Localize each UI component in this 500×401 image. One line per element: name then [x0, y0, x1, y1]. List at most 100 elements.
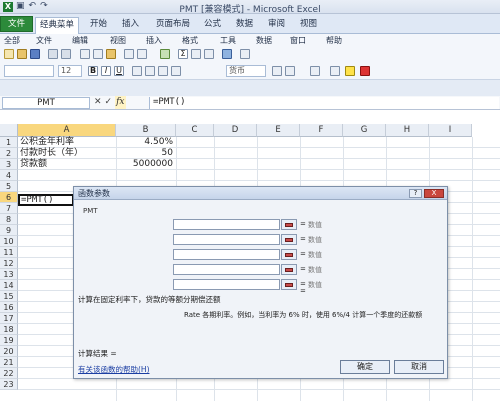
percent-icon[interactable] [272, 66, 282, 76]
cancel-button[interactable]: 取消 [394, 360, 444, 374]
row-header-12[interactable]: 12 [0, 258, 18, 269]
row-header-17[interactable]: 17 [0, 313, 18, 324]
enter-icon[interactable]: ✓ [105, 96, 113, 109]
indent-icon[interactable] [310, 66, 320, 76]
tab-view[interactable]: 视图 [296, 17, 321, 33]
fill-color-icon[interactable] [345, 66, 355, 76]
row-header-6[interactable]: 6 [0, 192, 18, 203]
row-header-21[interactable]: 21 [0, 357, 18, 368]
align-center-icon[interactable] [145, 66, 155, 76]
formula-input[interactable]: =PMT() [149, 97, 499, 109]
hyperlink-icon[interactable] [160, 49, 170, 59]
cell-b3[interactable]: 5000000 [118, 159, 173, 170]
column-header-h[interactable]: H [386, 124, 429, 137]
row-header-19[interactable]: 19 [0, 335, 18, 346]
cell-b1[interactable]: 4.50% [118, 137, 173, 148]
rate-input[interactable] [173, 219, 280, 230]
row-header-10[interactable]: 10 [0, 236, 18, 247]
font-size-box[interactable]: 12 [58, 65, 82, 77]
nper-input[interactable] [173, 234, 280, 245]
row-header-1[interactable]: 1 [0, 137, 18, 148]
print-icon[interactable] [48, 49, 58, 59]
tab-data[interactable]: 数据 [232, 17, 257, 33]
menu-data[interactable]: 数据 [256, 35, 272, 46]
active-cell-a6[interactable]: =PMT() [18, 194, 74, 206]
merge-center-icon[interactable] [171, 66, 181, 76]
row-header-16[interactable]: 16 [0, 302, 18, 313]
help-icon[interactable]: ? [409, 189, 422, 198]
cell-a2[interactable]: 付款时长（年） [20, 148, 116, 159]
row-header-23[interactable]: 23 [0, 379, 18, 390]
cell-a3[interactable]: 贷款额 [20, 159, 116, 170]
row-header-7[interactable]: 7 [0, 203, 18, 214]
tab-page-layout[interactable]: 页面布局 [152, 17, 194, 33]
preview-icon[interactable] [61, 49, 71, 59]
bold-icon[interactable]: B [88, 66, 98, 76]
fv-input[interactable] [173, 264, 280, 275]
row-header-9[interactable]: 9 [0, 225, 18, 236]
row-header-11[interactable]: 11 [0, 247, 18, 258]
row-header-22[interactable]: 22 [0, 368, 18, 379]
tab-classic-menu[interactable]: 经典菜单 [35, 17, 80, 34]
column-header-e[interactable]: E [257, 124, 300, 137]
menu-all[interactable]: 全部 [4, 35, 20, 46]
menu-help[interactable]: 帮助 [326, 35, 342, 46]
column-header-c[interactable]: C [176, 124, 214, 137]
cell-b2[interactable]: 50 [118, 148, 173, 159]
help-link[interactable]: 有关该函数的帮助(H) [78, 364, 150, 375]
cut-icon[interactable] [80, 49, 90, 59]
row-header-2[interactable]: 2 [0, 148, 18, 159]
cancel-icon[interactable]: ✕ [94, 96, 102, 109]
sort-ascending-icon[interactable] [191, 49, 201, 59]
column-header-b[interactable]: B [116, 124, 176, 137]
collapse-dialog-icon[interactable] [281, 219, 297, 230]
undo-toolbar-icon[interactable] [124, 49, 134, 59]
menu-edit[interactable]: 编辑 [72, 35, 88, 46]
column-header-d[interactable]: D [214, 124, 257, 137]
row-header-13[interactable]: 13 [0, 269, 18, 280]
column-header-a[interactable]: A [18, 124, 116, 137]
align-right-icon[interactable] [158, 66, 168, 76]
collapse-dialog-icon[interactable] [281, 249, 297, 260]
menu-tools[interactable]: 工具 [220, 35, 236, 46]
sort-descending-icon[interactable] [204, 49, 214, 59]
dialog-title-bar[interactable]: 函数参数 ? X [74, 187, 447, 200]
copy-icon[interactable] [93, 49, 103, 59]
row-header-14[interactable]: 14 [0, 280, 18, 291]
row-header-4[interactable]: 4 [0, 170, 18, 181]
save-toolbar-icon[interactable] [30, 49, 40, 59]
select-all-corner[interactable] [0, 124, 18, 137]
paste-icon[interactable] [106, 49, 116, 59]
row-header-3[interactable]: 3 [0, 159, 18, 170]
tab-review[interactable]: 审阅 [264, 17, 289, 33]
menu-format[interactable]: 格式 [182, 35, 198, 46]
autosum-icon[interactable]: Σ [178, 49, 188, 59]
open-icon[interactable] [17, 49, 27, 59]
pv-input[interactable] [173, 249, 280, 260]
column-header-i[interactable]: I [429, 124, 472, 137]
column-header-f[interactable]: F [300, 124, 343, 137]
column-header-g[interactable]: G [343, 124, 386, 137]
menu-insert[interactable]: 插入 [146, 35, 162, 46]
tab-file[interactable]: 文件 [0, 16, 33, 32]
new-icon[interactable] [4, 49, 14, 59]
chart-icon[interactable] [222, 49, 232, 59]
ok-button[interactable]: 确定 [340, 360, 390, 374]
row-header-18[interactable]: 18 [0, 324, 18, 335]
italic-icon[interactable]: I [101, 66, 111, 76]
cell-a1[interactable]: 公积金年利率 [20, 137, 116, 148]
underline-icon[interactable]: U [114, 66, 124, 76]
row-header-8[interactable]: 8 [0, 214, 18, 225]
collapse-dialog-icon[interactable] [281, 264, 297, 275]
number-format-box[interactable]: 货币 [226, 65, 266, 77]
type-input[interactable] [173, 279, 280, 290]
collapse-dialog-icon[interactable] [281, 279, 297, 290]
tab-home[interactable]: 开始 [86, 17, 111, 33]
collapse-dialog-icon[interactable] [281, 234, 297, 245]
row-header-15[interactable]: 15 [0, 291, 18, 302]
font-color-icon[interactable] [360, 66, 370, 76]
align-left-icon[interactable] [132, 66, 142, 76]
comma-style-icon[interactable] [285, 66, 295, 76]
tab-formulas[interactable]: 公式 [200, 17, 225, 33]
borders-icon[interactable] [330, 66, 340, 76]
